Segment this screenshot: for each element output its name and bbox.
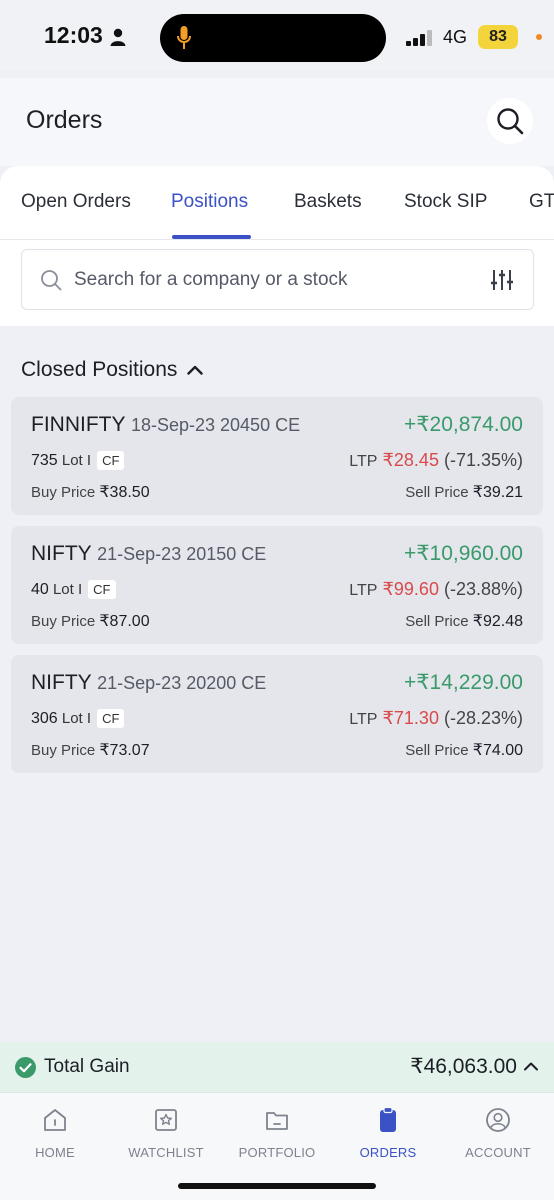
star-icon <box>155 1109 177 1131</box>
ltp-label: LTP <box>349 453 378 470</box>
position-symbol: FINNIFTY <box>31 413 126 436</box>
position-pnl: +₹10,960.00 <box>403 542 523 565</box>
position-symbol: NIFTY <box>31 671 92 694</box>
ltp-value: ₹99.60 <box>382 579 439 599</box>
buy-price-label: Buy Price <box>31 742 96 759</box>
filter-icon[interactable] <box>490 269 514 291</box>
position-pnl: +₹20,874.00 <box>403 413 523 436</box>
position-qty: 40 <box>31 581 49 598</box>
closed-positions-toggle[interactable]: Closed Positions <box>21 358 204 382</box>
position-qty: 735 <box>31 452 58 469</box>
nav-home-label: HOME <box>35 1145 75 1160</box>
position-contract: 21-Sep-23 20200 CE <box>97 673 267 693</box>
position-card[interactable]: NIFTY 21-Sep-23 20200 CE +₹14,229.00 306… <box>11 655 543 773</box>
tab-stock-sip[interactable]: Stock SIP <box>404 191 487 213</box>
position-qty: 306 <box>31 710 58 727</box>
nav-orders[interactable]: ORDERS <box>333 1105 443 1160</box>
status-time: 12:03 <box>44 22 103 48</box>
position-contract: 21-Sep-23 20150 CE <box>97 544 267 564</box>
status-bar: 12:03 4G 83 <box>0 0 554 70</box>
total-gain-value: ₹46,063.00 <box>410 1055 517 1078</box>
nav-watchlist[interactable]: WATCHLIST <box>111 1105 221 1160</box>
nav-portfolio-label: PORTFOLIO <box>238 1145 316 1160</box>
chevron-up-icon <box>524 1062 538 1071</box>
buy-price-value: ₹38.50 <box>99 484 150 501</box>
nav-home[interactable]: HOME <box>0 1105 110 1160</box>
tab-bar: Open Orders Positions Baskets Stock SIP … <box>0 166 554 240</box>
microphone-icon <box>177 26 191 49</box>
position-contract: 18-Sep-23 20450 CE <box>130 415 301 435</box>
sell-price-label: Sell Price <box>405 742 469 759</box>
battery-icon: 83 <box>478 25 518 49</box>
page-header: Orders <box>0 78 554 166</box>
search-button[interactable] <box>487 98 533 144</box>
buy-price-value: ₹73.07 <box>99 742 150 759</box>
check-circle-icon <box>15 1057 36 1078</box>
sell-price-label: Sell Price <box>405 613 469 630</box>
search-icon <box>497 108 524 135</box>
nav-account[interactable]: ACCOUNT <box>443 1105 553 1160</box>
tab-positions[interactable]: Positions <box>171 191 248 213</box>
nav-orders-label: ORDERS <box>359 1145 417 1160</box>
ltp-label: LTP <box>349 582 378 599</box>
position-symbol: NIFTY <box>31 542 92 565</box>
home-indicator[interactable] <box>178 1183 376 1189</box>
ltp-change: (-23.88%) <box>443 579 523 599</box>
network-label: 4G <box>443 27 468 47</box>
nav-watchlist-label: WATCHLIST <box>128 1145 204 1160</box>
buy-price-label: Buy Price <box>31 484 96 501</box>
buy-price-label: Buy Price <box>31 613 96 630</box>
orders-panel: Open Orders Positions Baskets Stock SIP … <box>0 166 554 326</box>
dynamic-island <box>160 14 386 62</box>
account-icon <box>486 1108 510 1132</box>
position-pnl: +₹14,229.00 <box>403 671 523 694</box>
ltp-value: ₹71.30 <box>382 708 439 728</box>
nav-portfolio[interactable]: PORTFOLIO <box>222 1105 332 1160</box>
privacy-dot <box>536 34 542 40</box>
chevron-up-icon <box>187 365 204 375</box>
tab-gtt[interactable]: GT <box>529 191 554 213</box>
page-title: Orders <box>26 106 103 134</box>
search-icon <box>41 270 62 291</box>
nav-account-label: ACCOUNT <box>465 1145 531 1160</box>
ltp-change: (-28.23%) <box>443 708 523 728</box>
cf-badge: CF <box>88 580 116 599</box>
lot-label: Lot I <box>52 581 83 598</box>
total-gain-bar[interactable]: Total Gain ₹46,063.00 <box>0 1042 554 1092</box>
signal-icon <box>406 30 432 46</box>
buy-price-value: ₹87.00 <box>99 613 150 630</box>
lot-label: Lot I <box>61 452 92 469</box>
ltp-label: LTP <box>349 711 378 728</box>
total-gain-label: Total Gain <box>44 1056 130 1077</box>
tab-open-orders[interactable]: Open Orders <box>21 191 131 213</box>
search-field[interactable] <box>21 249 534 310</box>
cf-badge: CF <box>97 451 125 470</box>
position-card[interactable]: NIFTY 21-Sep-23 20150 CE +₹10,960.00 40 … <box>11 526 543 644</box>
sell-price-value: ₹39.21 <box>472 484 523 501</box>
cf-badge: CF <box>97 709 125 728</box>
clipboard-icon <box>380 1106 396 1132</box>
sell-price-value: ₹92.48 <box>472 613 523 630</box>
search-input[interactable] <box>74 262 474 298</box>
active-tab-indicator <box>172 235 251 239</box>
sell-price-value: ₹74.00 <box>472 742 523 759</box>
ltp-value: ₹28.45 <box>382 450 439 470</box>
folder-icon <box>266 1112 288 1130</box>
lot-label: Lot I <box>61 710 92 727</box>
sell-price-label: Sell Price <box>405 484 469 501</box>
tab-baskets[interactable]: Baskets <box>294 191 362 213</box>
home-icon <box>44 1109 66 1131</box>
closed-positions-title: Closed Positions <box>21 358 178 381</box>
ltp-change: (-71.35%) <box>443 450 523 470</box>
position-card[interactable]: FINNIFTY 18-Sep-23 20450 CE +₹20,874.00 … <box>11 397 543 515</box>
person-icon <box>110 28 126 46</box>
